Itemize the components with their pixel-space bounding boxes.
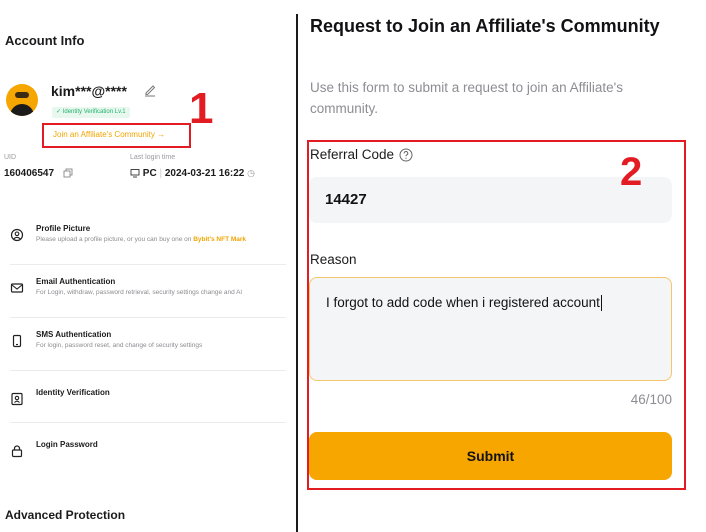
verification-badge: ✓ Identity Verification Lv.1 [52,107,130,118]
pc-icon [130,169,140,178]
last-login-device: PC [142,168,157,179]
form-title: Request to Join an Affiliate's Community [310,16,660,36]
login-password-item[interactable]: Login Password [10,440,296,474]
last-login-time: 2024-03-21 16:22 [164,168,245,179]
sms-authentication-item[interactable]: SMS Authentication For login, password r… [10,330,296,364]
reason-textarea[interactable]: I forgot to add code when i registered a… [309,277,672,381]
clock-icon: ◷ [247,168,256,178]
email-authentication-item[interactable]: Email Authentication For Login, withdraw… [10,277,296,311]
uid-label: UID [4,154,17,161]
panel-divider [296,14,298,532]
help-icon[interactable] [399,148,413,162]
referral-code-input[interactable]: 14427 [309,177,672,223]
verification-badge-label: Identity Verification Lv.1 [62,109,126,115]
login-password-title: Login Password [36,440,98,449]
sms-authentication-title: SMS Authentication [36,330,112,339]
submit-button[interactable]: Submit [309,432,672,480]
avatar[interactable] [6,84,38,116]
annotation-2: 2 [620,150,643,194]
profile-picture-desc: Please upload a profile picture, or you … [36,236,247,243]
nft-market-link[interactable]: Bybit's NFT Mark [193,236,246,243]
join-affiliate-community-label: Join an Affiliate's Community → [53,130,166,139]
phone-icon [12,334,22,348]
profile-picture-item[interactable]: Profile Picture Please upload a profile … [10,224,296,258]
profile-picture-title: Profile Picture [36,224,91,233]
copy-icon[interactable] [63,168,73,178]
text-caret [600,295,602,312]
identity-verification-title: Identity Verification [36,388,110,397]
email-authentication-title: Email Authentication [36,277,116,286]
mail-icon [10,283,24,293]
edit-icon[interactable] [143,83,157,97]
profile-icon [10,228,24,242]
last-login-value: PC | 2024-03-21 16:22 ◷ [130,168,255,179]
email-authentication-desc: For Login, withdraw, password retrieval,… [36,289,242,296]
identity-verification-item[interactable]: Identity Verification [10,388,296,422]
account-info-panel: Account Info kim***@**** ✓ Identity Veri… [0,0,296,532]
username: kim***@**** [51,83,127,99]
join-affiliate-community-link[interactable]: Join an Affiliate's Community → [42,123,191,148]
referral-code-label: Referral Code [310,147,395,162]
character-counter: 46/100 [630,392,672,407]
join-community-form-panel: Request to Join an Affiliate's Community… [300,0,706,532]
uid-value: 160406547 [4,168,55,179]
id-card-icon [11,392,23,406]
lock-icon [11,445,23,458]
reason-text: I forgot to add code when i registered a… [326,295,600,310]
account-info-title: Account Info [5,33,85,48]
sms-authentication-desc: For login, password reset, and change of… [36,342,203,349]
reason-label: Reason [310,252,357,267]
form-description: Use this form to submit a request to joi… [310,80,623,116]
advanced-protection-title: Advanced Protection [5,508,126,522]
last-login-label: Last login time [130,154,176,161]
annotation-1: 1 [189,84,214,133]
